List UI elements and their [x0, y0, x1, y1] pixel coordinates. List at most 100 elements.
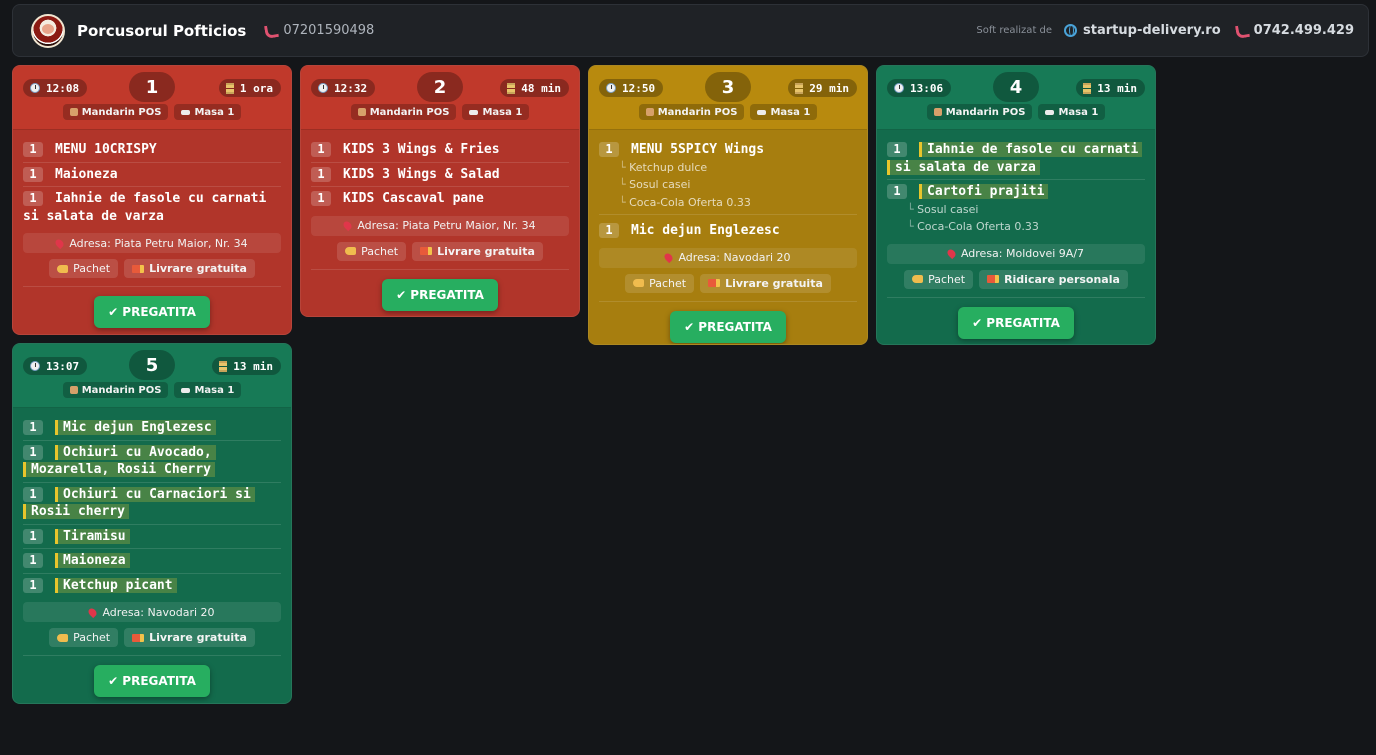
hand-icon — [57, 264, 69, 273]
waiting-time: 13 min — [212, 357, 281, 375]
ready-button[interactable]: ✔ PREGATITA — [958, 306, 1074, 339]
pos-icon — [933, 108, 942, 116]
soft-label: Soft realizat de — [976, 25, 1053, 36]
item-qty: 1 — [23, 420, 43, 435]
table-label: Masa 1 — [482, 106, 523, 118]
order-time: 13:07 — [23, 357, 88, 375]
item-qty: 1 — [23, 191, 43, 206]
ready-button[interactable]: ✔ PREGATITA — [382, 278, 498, 311]
ready-button[interactable]: ✔ PREGATITA — [670, 310, 786, 343]
pos-icon — [69, 108, 78, 116]
order-item: 1 KIDS 3 Wings & Fries — [311, 138, 569, 163]
order-item: 1 Iahnie de fasole cu carnati si salata d… — [887, 138, 1145, 180]
delivery-address: Adresa: Piata Petru Maior, Nr. 34 — [23, 233, 281, 253]
order-item: 1 Ochiuri cu Carnaciori si Rosii cherry — [23, 483, 281, 525]
item-qty: 1 — [23, 553, 43, 568]
brand-name: Porcusorul Pofticios — [77, 21, 247, 40]
truck-icon — [132, 633, 145, 642]
item-qty: 1 — [311, 166, 331, 182]
hourglass-icon — [507, 82, 516, 94]
globe-icon — [1064, 24, 1078, 37]
restaurant-phone-number: 07201590498 — [283, 23, 375, 38]
support-phone[interactable]: 0742.499.429 — [1235, 23, 1354, 38]
item-qty: 1 — [887, 184, 907, 199]
delivery-label: Livrare gratuita — [149, 262, 247, 275]
clock-icon — [894, 83, 904, 93]
order-number: 4 — [993, 72, 1039, 102]
item-name: Maioneza — [55, 553, 130, 568]
delivery-label: Livrare gratuita — [437, 244, 535, 258]
waiting-time-value: 13 min — [233, 359, 273, 373]
order-number: 2 — [417, 72, 463, 102]
item-name: MENU 5SPICY Wings — [631, 142, 765, 157]
order-card: 12:08 1 1 ora Mandarin POS Masa 1 1 MENU … — [12, 65, 292, 335]
pos-label: Mandarin POS — [945, 106, 1026, 118]
table-label: Masa 1 — [1058, 106, 1099, 118]
order-item: 1 MENU 10CRISPY — [23, 138, 281, 163]
truck-icon — [708, 279, 721, 287]
delivery-tag: Livrare gratuita — [124, 628, 255, 647]
table-icon — [1045, 109, 1055, 115]
item-name: Ochiuri cu Avocado, Mozarella, Rosii Che… — [23, 444, 216, 477]
order-header: 13:06 4 13 min Mandarin POS Masa 1 — [877, 66, 1155, 130]
order-header: 12:50 3 29 min Mandarin POS Masa 1 — [589, 66, 867, 130]
clock-icon — [606, 83, 616, 93]
item-modifier: Ketchup dulce — [599, 159, 857, 177]
item-name: KIDS Cascaval pane — [343, 191, 484, 206]
item-qty: 1 — [23, 444, 43, 460]
item-name: Iahnie de fasole cu carnati si salata de… — [23, 191, 267, 224]
package-tag: Pachet — [625, 273, 695, 293]
phone-icon — [1235, 24, 1248, 37]
pos-chip: Mandarin POS — [62, 104, 169, 120]
hand-icon — [345, 247, 357, 255]
table-icon — [181, 109, 191, 115]
order-header: 13:07 5 13 min Mandarin POS Masa 1 — [13, 344, 291, 408]
restaurant-phone[interactable]: 07201590498 — [264, 23, 374, 38]
order-item: 1 Cartofi prajiti Sosul casei Coca-Cola O… — [887, 180, 1145, 239]
package-tag: Pachet — [49, 259, 119, 278]
truck-icon — [987, 275, 1000, 283]
truck-icon — [420, 247, 433, 255]
order-time: 12:50 — [599, 79, 664, 97]
pin-icon — [342, 219, 354, 232]
order-card: 12:32 2 48 min Mandarin POS Masa 1 1 KIDS… — [300, 65, 580, 317]
address-text: Adresa: Piata Petru Maior, Nr. 34 — [357, 219, 536, 232]
pos-icon — [645, 108, 654, 116]
site-link[interactable]: startup-delivery.ro — [1083, 23, 1221, 38]
top-bar: Porcusorul Pofticios 07201590498 Soft re… — [12, 4, 1369, 57]
item-qty: 1 — [23, 486, 43, 502]
order-item: 1 Tiramisu — [23, 525, 281, 549]
item-qty: 1 — [887, 142, 907, 157]
delivery-label: Livrare gratuita — [149, 631, 247, 644]
order-time: 12:32 — [311, 79, 376, 97]
order-header: 12:32 2 48 min Mandarin POS Masa 1 — [301, 66, 579, 130]
item-name: Tiramisu — [55, 528, 130, 544]
item-qty: 1 — [599, 142, 619, 157]
item-modifier: Sosul casei — [887, 201, 1145, 219]
order-item: 1 KIDS 3 Wings & Salad — [311, 163, 569, 187]
pos-icon — [69, 386, 78, 394]
restaurant-logo — [31, 13, 65, 48]
address-text: Adresa: Navodari 20 — [102, 605, 215, 619]
item-name: KIDS 3 Wings & Fries — [343, 142, 500, 157]
address-text: Adresa: Navodari 20 — [678, 251, 791, 264]
table-chip: Masa 1 — [174, 104, 242, 120]
pickup-label: Ridicare personala — [1004, 272, 1120, 286]
ready-button[interactable]: ✔ PREGATITA — [94, 665, 210, 697]
delivery-tag: Livrare gratuita — [700, 273, 831, 293]
order-card: 13:06 4 13 min Mandarin POS Masa 1 1 Iahn… — [876, 65, 1156, 345]
item-name: Ketchup picant — [55, 577, 177, 593]
order-time: 12:08 — [23, 79, 88, 97]
hand-icon — [57, 633, 69, 642]
table-label: Masa 1 — [770, 106, 811, 118]
order-item: 1 Iahnie de fasole cu carnati si salata d… — [23, 187, 281, 228]
item-name: Mic dejun Englezesc — [55, 420, 216, 435]
table-icon — [469, 109, 479, 115]
ready-button[interactable]: ✔ PREGATITA — [94, 296, 210, 328]
address-text: Adresa: Moldovei 9A/7 — [960, 247, 1085, 260]
package-label: Pachet — [928, 272, 966, 286]
pos-chip: Mandarin POS — [350, 104, 457, 120]
truck-icon — [132, 264, 145, 273]
item-qty: 1 — [23, 166, 43, 182]
order-item: 1 Ketchup picant — [23, 574, 281, 598]
